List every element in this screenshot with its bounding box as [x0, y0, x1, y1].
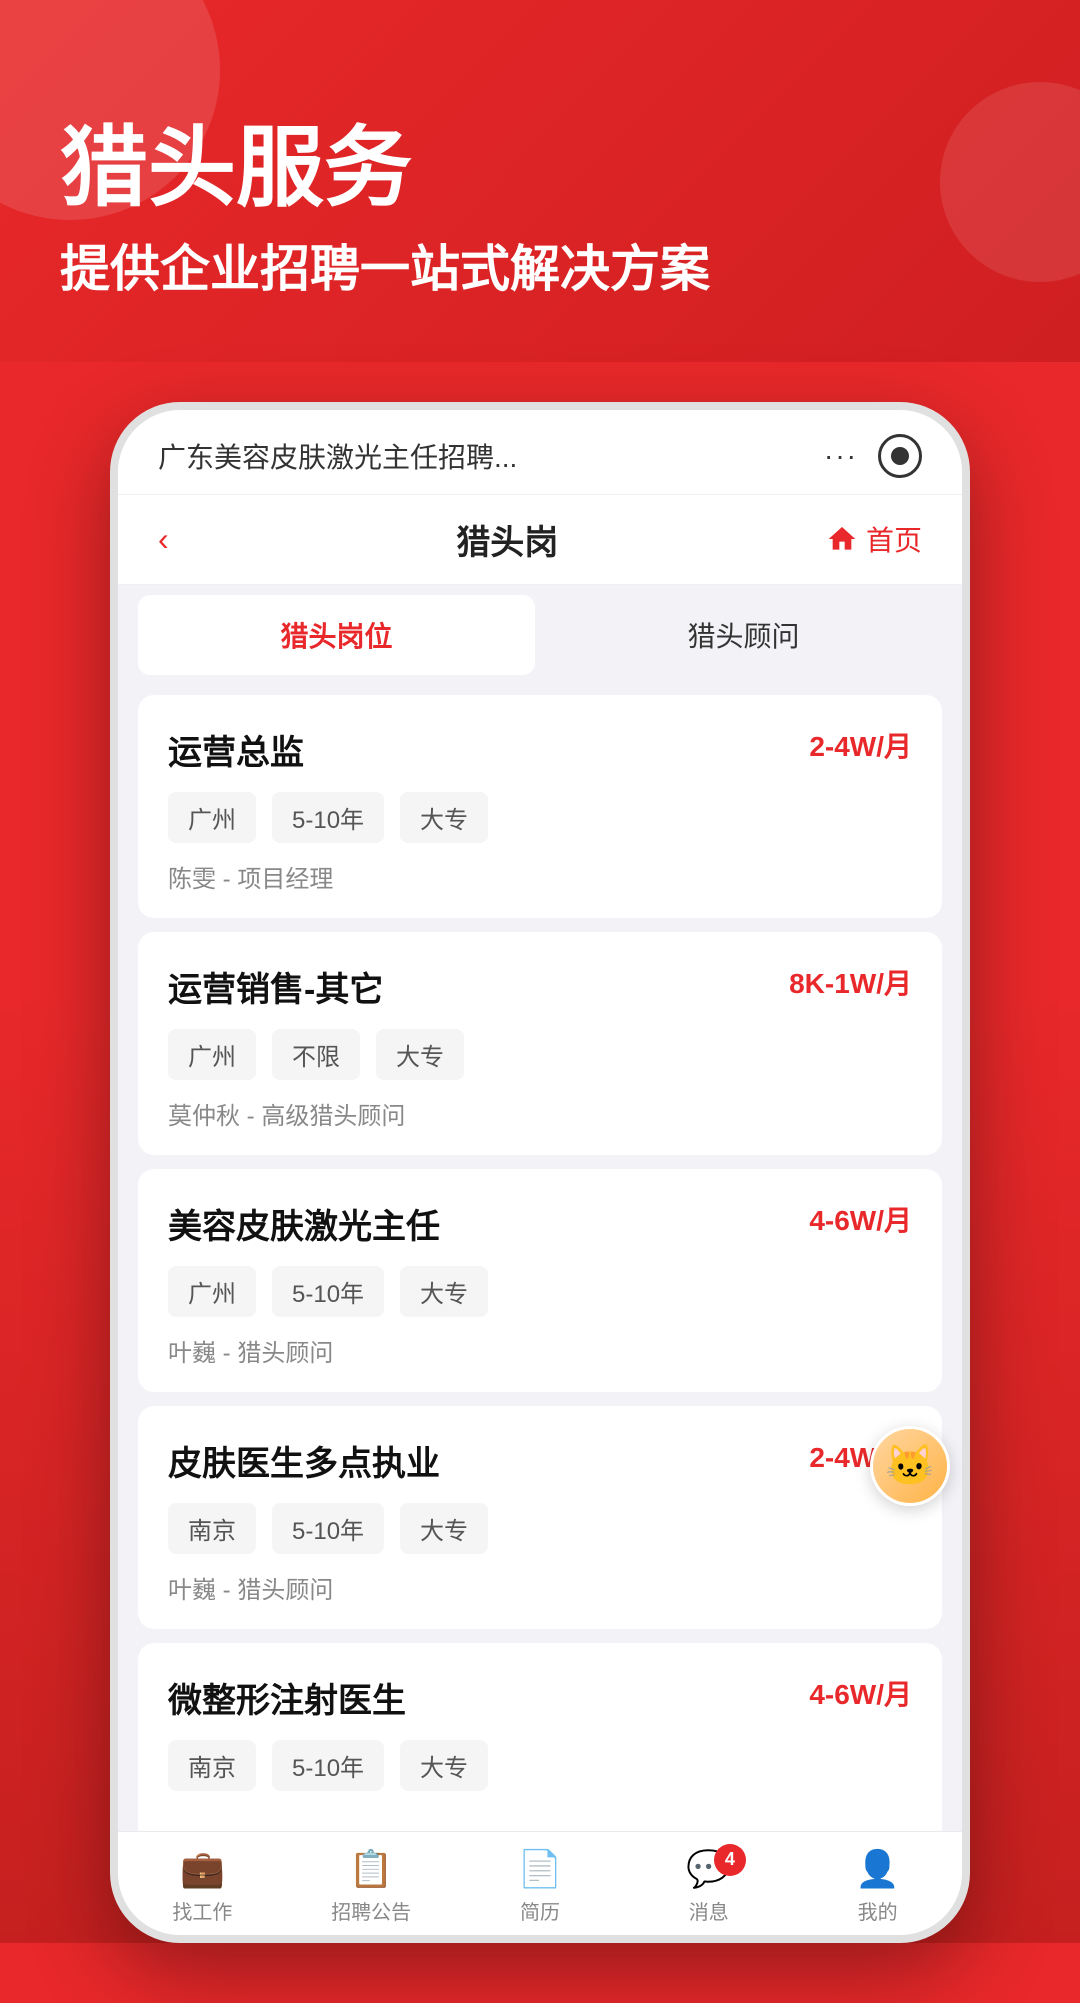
job-recruiter: 叶巍 - 猎头顾问	[168, 1570, 912, 1605]
document-icon: 📄	[518, 1848, 563, 1890]
person-icon: 👤	[855, 1848, 900, 1890]
job-tags: 广州 5-10年 大专	[168, 792, 912, 843]
job-tag-location: 广州	[168, 1029, 256, 1080]
topbar-icons: ···	[824, 434, 922, 478]
hero-section: 猎头服务 提供企业招聘一站式解决方案	[0, 0, 1080, 362]
job-tag-edu: 大专	[376, 1029, 464, 1080]
megaphone-icon: 📋	[349, 1848, 394, 1890]
back-button[interactable]: ‹	[158, 521, 169, 558]
job-tag-location: 南京	[168, 1740, 256, 1791]
job-salary: 2-4W/月	[809, 725, 912, 765]
tab-lietoukouwen[interactable]: 猎头顾问	[545, 595, 942, 675]
job-title: 运营销售-其它	[168, 962, 383, 1011]
job-tag-edu: 大专	[400, 1266, 488, 1317]
phone-navbar: ‹ 猎头岗 首页	[118, 495, 962, 585]
home-icon	[826, 523, 858, 555]
job-card[interactable]: 美容皮肤激光主任 4-6W/月 广州 5-10年 大专 叶巍 - 猎头顾问	[138, 1169, 942, 1392]
job-salary: 8K-1W/月	[789, 962, 912, 1002]
nav-item-recruitment[interactable]: 📋 招聘公告	[287, 1848, 456, 1925]
job-recruiter: 叶巍 - 猎头顾问	[168, 1333, 912, 1368]
nav-label-find-job: 找工作	[172, 1896, 232, 1925]
job-recruiter: 莫仲秋 - 高级猎头顾问	[168, 1096, 912, 1131]
job-tag-location: 广州	[168, 1266, 256, 1317]
job-tag-edu: 大专	[400, 1740, 488, 1791]
home-label: 首页	[866, 519, 922, 559]
job-title: 皮肤医生多点执业	[168, 1436, 440, 1485]
phone-mockup: 广东美容皮肤激光主任招聘... ··· ‹ 猎头岗 首页 猎头岗位 猎头顾	[110, 402, 970, 1943]
job-tag-location: 南京	[168, 1503, 256, 1554]
job-salary: 4-6W/月	[809, 1673, 912, 1713]
job-tag-exp: 5-10年	[272, 1503, 384, 1554]
job-card[interactable]: 运营总监 2-4W/月 广州 5-10年 大专 陈雯 - 项目经理	[138, 695, 942, 918]
tab-lietoujobs[interactable]: 猎头岗位	[138, 595, 535, 675]
job-tags: 南京 5-10年 大专	[168, 1740, 912, 1791]
scan-icon[interactable]	[878, 434, 922, 478]
nav-item-find-job[interactable]: 💼 找工作	[118, 1848, 287, 1925]
phone-container: 广东美容皮肤激光主任招聘... ··· ‹ 猎头岗 首页 猎头岗位 猎头顾	[0, 362, 1080, 1943]
job-tag-exp: 5-10年	[272, 792, 384, 843]
topbar-title: 广东美容皮肤激光主任招聘...	[158, 436, 824, 476]
job-tags: 广州 5-10年 大专	[168, 1266, 912, 1317]
job-list: 运营总监 2-4W/月 广州 5-10年 大专 陈雯 - 项目经理 运营销售-其…	[118, 685, 962, 1831]
navbar-title: 猎头岗	[189, 515, 826, 564]
job-tag-exp: 5-10年	[272, 1740, 384, 1791]
nav-label-messages: 消息	[689, 1896, 729, 1925]
job-card[interactable]: 运营销售-其它 8K-1W/月 广州 不限 大专 莫仲秋 - 高级猎头顾问	[138, 932, 942, 1155]
phone-topbar: 广东美容皮肤激光主任招聘... ···	[118, 410, 962, 495]
job-salary: 4-6W/月	[809, 1199, 912, 1239]
job-recruiter: 陈雯 - 项目经理	[168, 859, 912, 894]
nav-label-profile: 我的	[858, 1896, 898, 1925]
job-tag-edu: 大专	[400, 1503, 488, 1554]
job-tags: 广州 不限 大专	[168, 1029, 912, 1080]
job-card[interactable]: 微整形注射医生 4-6W/月 南京 5-10年 大专	[138, 1643, 942, 1831]
job-card[interactable]: 皮肤医生多点执业 2-4W/月 南京 5-10年 大专 叶巍 - 猎头顾问 🐱	[138, 1406, 942, 1629]
job-tags: 南京 5-10年 大专	[168, 1503, 912, 1554]
job-tag-exp: 5-10年	[272, 1266, 384, 1317]
briefcase-icon: 💼	[180, 1848, 225, 1890]
bottom-nav: 💼 找工作 📋 招聘公告 📄 简历 💬 4 消息 👤 我的	[118, 1831, 962, 1935]
job-tag-exp: 不限	[272, 1029, 360, 1080]
job-tag-location: 广州	[168, 792, 256, 843]
job-title: 运营总监	[168, 725, 304, 774]
more-icon[interactable]: ···	[824, 440, 858, 472]
floating-avatar: 🐱	[870, 1426, 950, 1506]
message-badge: 4	[714, 1844, 746, 1876]
nav-item-profile[interactable]: 👤 我的	[793, 1848, 962, 1925]
bottom-background	[0, 1943, 1080, 2003]
nav-item-messages[interactable]: 💬 4 消息	[624, 1848, 793, 1925]
nav-label-resume: 简历	[520, 1896, 560, 1925]
job-tag-edu: 大专	[400, 792, 488, 843]
job-title: 微整形注射医生	[168, 1673, 406, 1722]
tabs-row: 猎头岗位 猎头顾问	[118, 585, 962, 685]
nav-label-recruitment: 招聘公告	[331, 1896, 411, 1925]
job-title: 美容皮肤激光主任	[168, 1199, 440, 1248]
hero-title: 猎头服务	[60, 120, 1020, 217]
nav-item-resume[interactable]: 📄 简历	[456, 1848, 625, 1925]
hero-subtitle: 提供企业招聘一站式解决方案	[60, 237, 1020, 302]
home-button[interactable]: 首页	[826, 519, 922, 559]
